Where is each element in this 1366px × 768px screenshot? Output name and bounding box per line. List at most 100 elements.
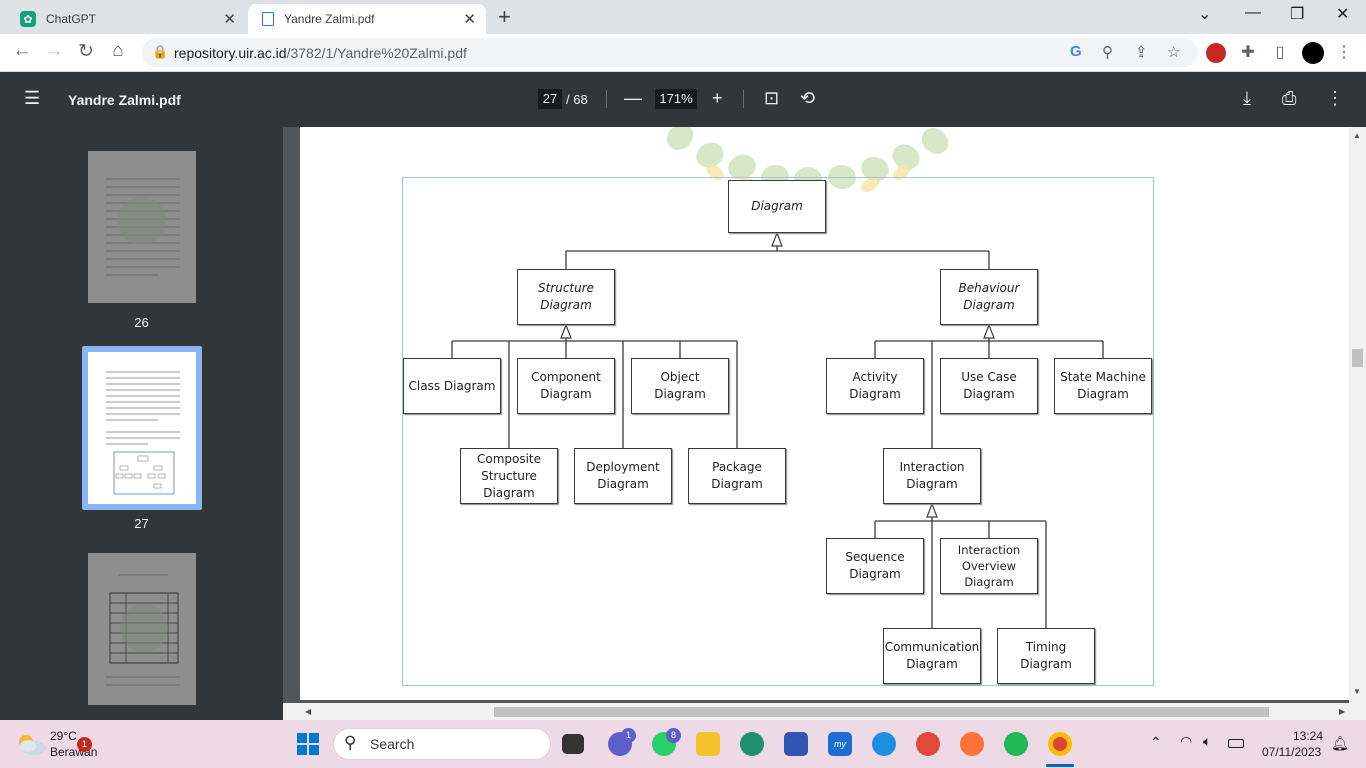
- thumbnail-preview: [106, 178, 180, 276]
- fit-page-icon[interactable]: ⊡: [764, 88, 779, 109]
- close-icon[interactable]: ✕: [223, 10, 236, 28]
- diagram-box-package: Package Diagram: [688, 448, 786, 504]
- sidepanel-icon[interactable]: ▯: [1268, 42, 1292, 62]
- tab-chatgpt[interactable]: ✿ ChatGPT ✕: [6, 4, 246, 34]
- url-text: repository.uir.ac.id/3782/1/Yandre%20Zal…: [174, 45, 467, 61]
- chevron-up-icon[interactable]: ⌃: [1150, 734, 1162, 751]
- store-icon[interactable]: [784, 732, 808, 756]
- diagram-box-structure: Structure Diagram: [517, 269, 615, 325]
- url-host: repository.uir.ac.id: [174, 45, 287, 61]
- scroll-thumb[interactable]: [1352, 349, 1363, 367]
- forward-arrow-icon[interactable]: →: [42, 40, 66, 62]
- scroll-right-icon[interactable]: ▶: [1339, 707, 1345, 716]
- active-app-indicator: [1046, 764, 1074, 767]
- address-bar[interactable]: 🔒 repository.uir.ac.id/3782/1/Yandre%20Z…: [142, 38, 1198, 67]
- scroll-down-icon[interactable]: ▼: [1353, 687, 1361, 696]
- speaker-icon[interactable]: 🔈︎: [1203, 733, 1211, 750]
- browser-toolbar: ← → ↻ ⌂ 🔒 repository.uir.ac.id/3782/1/Ya…: [0, 34, 1366, 72]
- pdf-favicon: [262, 12, 274, 26]
- google-icon[interactable]: G: [1070, 43, 1082, 60]
- lock-icon: 🔒: [152, 44, 169, 59]
- zoom-icon[interactable]: ⚲: [1102, 43, 1113, 61]
- page-number-input[interactable]: 27: [538, 89, 562, 109]
- close-window-button[interactable]: ✕: [1336, 4, 1349, 24]
- weather-badge: 1: [77, 737, 92, 752]
- chrome-icon[interactable]: [1048, 732, 1072, 756]
- extension-icon[interactable]: ✚: [1236, 42, 1260, 62]
- pdf-page: Diagram Structure Diagram Behaviour Diag…: [300, 127, 1349, 700]
- diagram-box-composite: Composite Structure Diagram: [460, 448, 558, 504]
- taskbar: 29°C Berawan 1 ⚲ Search 1 8 my ⌃ ◠ 🔈︎ 13…: [0, 720, 1366, 768]
- battery-icon[interactable]: [1228, 739, 1244, 748]
- spotify-icon[interactable]: [1004, 732, 1028, 756]
- zoom-input[interactable]: 171%: [655, 89, 697, 109]
- cloud-sun-icon: [19, 735, 46, 755]
- help-icon[interactable]: [872, 732, 896, 756]
- diagram-box-deployment: Deployment Diagram: [574, 448, 672, 504]
- tab-title: Yandre Zalmi.pdf: [284, 12, 375, 26]
- myhp-icon[interactable]: my: [828, 732, 852, 756]
- tab-strip: ✿ ChatGPT ✕ Yandre Zalmi.pdf ✕ + ⌄ — ❐ ✕: [0, 0, 1366, 34]
- bell-icon[interactable]: 🔔︎: [1331, 735, 1349, 752]
- scroll-thumb[interactable]: [494, 707, 1269, 717]
- tab-search-icon[interactable]: ⌄: [1198, 4, 1211, 24]
- file-explorer-icon[interactable]: [696, 732, 720, 756]
- task-view-icon[interactable]: [562, 734, 584, 754]
- back-arrow-icon[interactable]: ←: [10, 40, 34, 62]
- thumbnail-label: 26: [134, 315, 149, 330]
- thumbnail-page[interactable]: [88, 352, 196, 504]
- diagram-box-overview: Interaction Overview Diagram: [940, 538, 1038, 594]
- close-icon[interactable]: ✕: [463, 10, 476, 28]
- edge-icon[interactable]: [740, 732, 764, 756]
- thumbnail-page[interactable]: [88, 553, 196, 705]
- search-icon: ⚲: [344, 733, 357, 752]
- minimize-button[interactable]: —: [1245, 4, 1261, 22]
- rotate-icon[interactable]: ⟲: [800, 88, 815, 109]
- pdf-viewer: Diagram Structure Diagram Behaviour Diag…: [283, 127, 1366, 720]
- chatgpt-favicon: ✿: [20, 11, 36, 27]
- new-tab-button[interactable]: +: [498, 4, 511, 30]
- whatsapp-badge: 8: [666, 728, 681, 743]
- page-total: / 68: [566, 92, 588, 107]
- star-icon[interactable]: ☆: [1167, 43, 1180, 61]
- share-icon[interactable]: ⇪: [1135, 43, 1148, 61]
- search-label: Search: [370, 736, 415, 752]
- thumbnail-preview: [106, 371, 180, 495]
- page-scrollbar[interactable]: ▲ ▼: [1349, 127, 1366, 720]
- diagram-box-interaction: Interaction Diagram: [883, 448, 981, 504]
- more-vertical-icon[interactable]: ⋮: [1326, 88, 1344, 109]
- reload-icon[interactable]: ↻: [74, 40, 98, 63]
- scroll-left-icon[interactable]: ◀: [305, 707, 311, 716]
- weather-widget[interactable]: [14, 730, 48, 758]
- plus-icon[interactable]: +: [712, 88, 723, 109]
- horizontal-scrollbar[interactable]: ◀ ▶: [283, 703, 1366, 720]
- extension-avatar-icon[interactable]: [1206, 43, 1226, 63]
- weather-temp: 29°C: [50, 729, 77, 743]
- wifi-icon[interactable]: ◠: [1180, 733, 1192, 750]
- profile-avatar[interactable]: [1302, 42, 1324, 64]
- game-icon[interactable]: [916, 732, 940, 756]
- taskbar-search[interactable]: ⚲ Search: [333, 728, 551, 760]
- more-vertical-icon[interactable]: ⋮: [1332, 42, 1356, 62]
- minus-icon[interactable]: —: [624, 88, 642, 109]
- scroll-up-icon[interactable]: ▲: [1353, 131, 1361, 140]
- diagram-box-object: Object Diagram: [631, 358, 729, 414]
- print-icon[interactable]: ⎙: [1282, 88, 1296, 109]
- home-icon[interactable]: ⌂: [106, 40, 130, 62]
- restore-button[interactable]: ❐: [1290, 4, 1304, 24]
- firefox-icon[interactable]: [960, 732, 984, 756]
- diagram-box-class: Class Diagram: [403, 358, 501, 414]
- tab-pdf[interactable]: Yandre Zalmi.pdf ✕: [248, 4, 486, 34]
- hamburger-icon[interactable]: ☰: [24, 88, 40, 109]
- clock-date[interactable]: 07/11/2023: [1262, 745, 1321, 759]
- diagram-box-component: Component Diagram: [517, 358, 615, 414]
- thumbnail-label: 27: [134, 516, 149, 531]
- thumbnail-page[interactable]: [88, 151, 196, 303]
- download-icon[interactable]: ⤓: [1243, 88, 1251, 109]
- teams-badge: 1: [621, 728, 636, 743]
- divider: [743, 90, 744, 108]
- diagram-box-activity: Activity Diagram: [826, 358, 924, 414]
- diagram-box-sequence: Sequence Diagram: [826, 538, 924, 594]
- clock-time[interactable]: 13:24: [1293, 729, 1323, 743]
- windows-start-icon[interactable]: [296, 732, 320, 756]
